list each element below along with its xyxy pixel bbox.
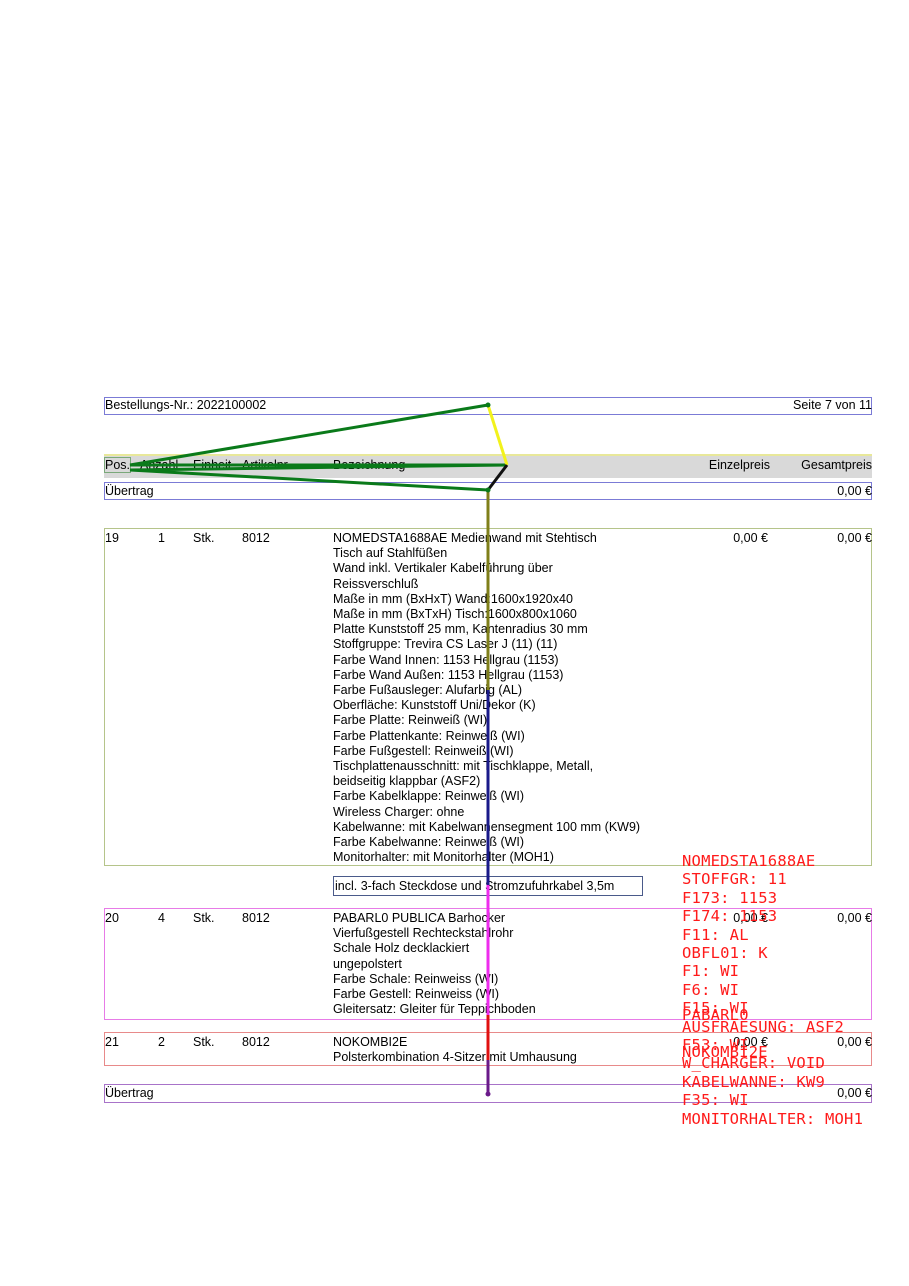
col-header-gesamtpreis: Gesamtpreis — [801, 458, 872, 472]
item-qty: 4 — [158, 911, 165, 925]
item-article: 8012 — [242, 531, 270, 545]
col-header-einzelpreis: Einzelpreis — [708, 458, 770, 472]
overlay-code-line: F11: AL — [682, 925, 749, 944]
item-unit: Stk. — [193, 1035, 215, 1049]
overlay-code-line: F1: WI — [682, 962, 740, 981]
item-total: 0,00 € — [837, 531, 872, 545]
description-line: PABARL0 PUBLICA Barhocker — [333, 911, 506, 925]
description-line: Farbe Wand Innen: 1153 Hellgrau (1153) — [333, 652, 559, 667]
item-qty: 2 — [158, 1035, 165, 1049]
description-line: Stoffgruppe: Trevira CS Laser J (11) (11… — [333, 637, 558, 652]
col-header-einheit: Einheit — [193, 458, 232, 472]
item-qty: 1 — [158, 531, 165, 545]
description-line: NOMEDSTA1688AE Medienwand mit Stehtisch — [333, 531, 597, 545]
item-article: 8012 — [242, 911, 270, 925]
description-line: Schale Holz decklackiert — [333, 941, 470, 956]
carry-top-frame — [104, 482, 872, 500]
item-pos: 19 — [105, 531, 119, 545]
description-line: Platte Kunststoff 25 mm, Kantenradius 30… — [333, 622, 588, 637]
description-line: Farbe Fußausleger: Alufarbig (AL) — [333, 683, 522, 697]
description-line: Tisch auf Stahlfüßen — [333, 546, 448, 561]
description-line: Polsterkombination 4-Sitzer mit Umhausun… — [333, 1050, 577, 1065]
overlay-code-line: F6: WI — [682, 980, 740, 999]
description-line: Farbe Kabelklappe: Reinweiß (WI) — [333, 789, 525, 804]
overlay-code-nokombi2e: NOKOMBI2E — [682, 1043, 768, 1061]
col-header-artikelnr: Artikelnr. — [242, 458, 291, 472]
page-indicator: Seite 7 von 11 — [793, 398, 872, 412]
description-line: beidseitig klappbar (ASF2) — [333, 774, 481, 789]
overlay-code-line: NOMEDSTA1688AE — [682, 852, 816, 870]
item-article: 8012 — [242, 1035, 270, 1049]
overlay-code-line: F173: 1153 — [682, 888, 778, 907]
overlay-code-line: KABELWANNE: KW9 — [682, 1072, 825, 1091]
item-19-note: incl. 3-fach Steckdose und Stromzufuhrka… — [335, 879, 615, 893]
col-header-anzahl: Anzahl — [140, 458, 179, 472]
item-pos: 20 — [105, 911, 119, 925]
description-line: Farbe Plattenkante: Reinweiß (WI) — [333, 728, 525, 743]
col-header-bezeichnung: Bezeichnung — [333, 458, 406, 472]
description-line: Farbe Schale: Reinweiss (WI) — [333, 971, 499, 986]
carry-top-value: 0,00 € — [837, 484, 872, 498]
description-line: Farbe Wand Außen: 1153 Hellgrau (1153) — [333, 667, 564, 682]
description-line: Farbe Fußgestell: Reinweiß (WI) — [333, 743, 514, 758]
description-line: Maße in mm (BxHxT) Wand:1600x1920x40 — [333, 591, 573, 606]
description-line: ungepolstert — [333, 956, 402, 971]
description-line: Monitorhalter: mit Monitorhalter (MOH1) — [333, 850, 554, 865]
description-line: Wand inkl. Vertikaler Kabelführung über — [333, 561, 553, 576]
carry-top-label: Übertrag — [105, 484, 154, 498]
description-line: Gleitersatz: Gleiter für Teppichboden — [333, 1002, 536, 1017]
description-line: Reissverschluß — [333, 576, 419, 591]
item-unit-price: 0,00 € — [733, 531, 768, 545]
description-line: Farbe Kabelwanne: Reinweiß (WI) — [333, 835, 525, 849]
overlay-code-pabarl0: PABARL0 — [682, 1006, 749, 1024]
description-line: Kabelwanne: mit Kabelwannensegment 100 m… — [333, 819, 641, 834]
col-header-pos: Pos. — [105, 458, 131, 472]
overlay-code-line: F35: WI — [682, 1091, 749, 1110]
order-number: Bestellungs-Nr.: 2022100002 — [105, 398, 267, 412]
description-line: Farbe Platte: Reinweiß (WI) — [333, 713, 488, 728]
description-line: Vierfußgestell Rechteckstahlrohr — [333, 926, 514, 941]
overlay-codes-block-1: NOMEDSTA1688AE STOFFGR: 11 F173: 1153 F174:… — [682, 852, 863, 1128]
overlay-code-line: F174: 1153 — [682, 907, 778, 926]
carry-bottom-label: Übertrag — [105, 1086, 154, 1100]
item-unit: Stk. — [193, 911, 215, 925]
description-line: Wireless Charger: ohne — [333, 804, 465, 819]
description-line: Tischplattenausschnitt: mit Tischklappe,… — [333, 759, 594, 773]
description-line: Oberfläche: Kunststoff Uni/Dekor (K) — [333, 698, 536, 713]
overlay-code-line: OBFL01: K — [682, 944, 768, 963]
item-unit: Stk. — [193, 531, 215, 545]
item-pos: 21 — [105, 1035, 119, 1049]
overlay-code-line: STOFFGR: 11 — [682, 870, 787, 889]
description-line: NOKOMBI2E — [333, 1035, 408, 1049]
description-line: Maße in mm (BxTxH) Tisch:1600x800x1060 — [333, 607, 577, 621]
overlay-code-line: MONITORHALTER: MOH1 — [682, 1109, 864, 1128]
description-line: Farbe Gestell: Reinweiss (WI) — [333, 987, 500, 1001]
